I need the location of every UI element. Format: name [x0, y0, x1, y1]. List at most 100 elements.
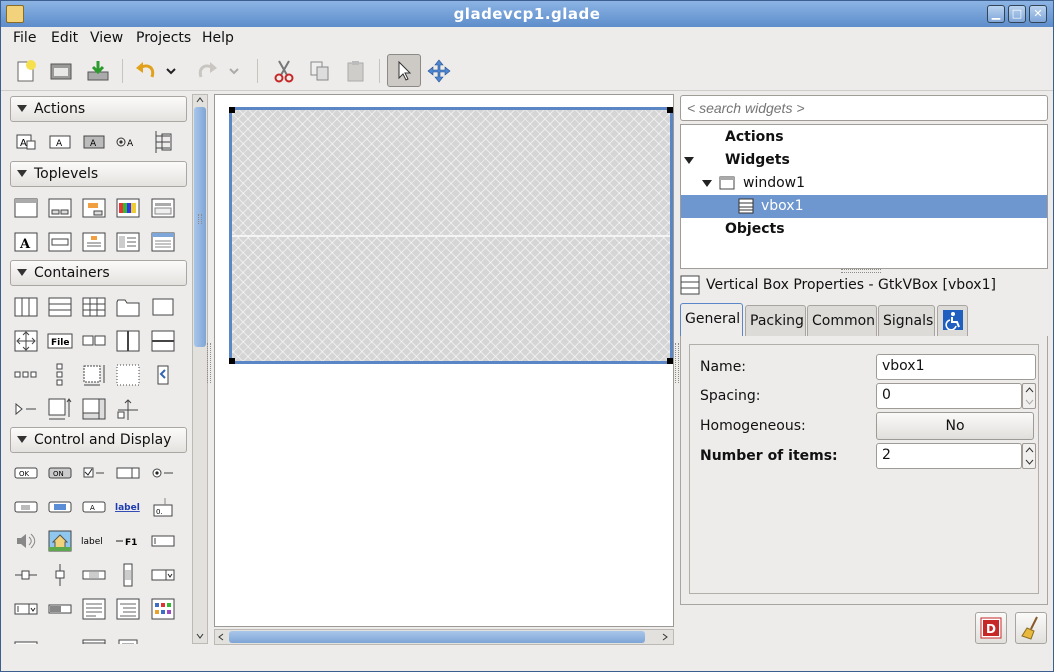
selection-handle[interactable] — [667, 358, 673, 364]
palette-group-containers[interactable]: Containers — [10, 260, 187, 286]
color-button-icon[interactable] — [46, 494, 74, 520]
file-dialog-icon[interactable] — [149, 195, 177, 221]
maximize-button[interactable]: □ — [1008, 5, 1026, 23]
design-canvas[interactable] — [214, 94, 674, 627]
entry-widget-icon[interactable] — [149, 528, 177, 554]
selection-handle[interactable] — [229, 107, 235, 113]
toolpalette-icon[interactable] — [46, 362, 74, 388]
expander-icon[interactable] — [12, 396, 40, 422]
tree-view-icon[interactable] — [114, 596, 142, 622]
new-project-button[interactable] — [10, 56, 42, 86]
menu-file[interactable]: File — [13, 30, 36, 46]
font-dialog-icon[interactable]: A — [12, 229, 40, 255]
print-dialog-icon[interactable] — [149, 229, 177, 255]
accel-label-icon[interactable]: F1 — [114, 528, 142, 554]
vscrollbar-icon[interactable] — [114, 562, 142, 588]
link-button-icon[interactable]: label — [114, 494, 142, 520]
open-project-button[interactable] — [45, 56, 77, 86]
drag-resize-button[interactable] — [423, 56, 455, 86]
menu-help[interactable]: Help — [202, 30, 234, 46]
tree-row-actions[interactable]: Actions — [681, 126, 1047, 149]
number-of-items-field[interactable]: 2 — [876, 443, 1022, 469]
layout-icon[interactable] — [46, 396, 74, 422]
hscale-icon[interactable] — [12, 562, 40, 588]
toggle-button-icon[interactable]: ON — [46, 460, 74, 486]
cut-button[interactable] — [268, 56, 300, 86]
message-dialog-icon[interactable] — [80, 195, 108, 221]
action-icon[interactable]: A — [12, 129, 40, 155]
window1-design-area[interactable] — [229, 107, 673, 364]
vbox-icon[interactable] — [46, 294, 74, 320]
image-widget-icon[interactable] — [46, 528, 74, 554]
redo-button[interactable] — [191, 56, 223, 86]
number-of-items-stepper[interactable] — [1022, 443, 1036, 469]
clear-property-button[interactable] — [1015, 612, 1047, 644]
pane-divider-left[interactable] — [207, 343, 211, 383]
undo-button[interactable] — [130, 56, 162, 86]
assistant-icon[interactable] — [114, 229, 142, 255]
palette-group-control-and-display[interactable]: Control and Display — [10, 427, 187, 453]
file-chooser-widget-icon[interactable]: File — [46, 328, 74, 354]
action-group-icon[interactable] — [149, 129, 177, 155]
statusbar-icon[interactable] — [12, 630, 40, 644]
pane-divider-right[interactable] — [675, 343, 679, 383]
menu-view[interactable]: View — [90, 30, 123, 46]
hpaned-icon[interactable] — [114, 328, 142, 354]
label-widget-icon[interactable]: label — [80, 528, 108, 554]
menu-bar-widget-icon[interactable] — [114, 630, 142, 644]
toggle-action-icon[interactable]: A — [46, 129, 74, 155]
radio-button-icon[interactable] — [149, 460, 177, 486]
hscrollbar-icon[interactable] — [80, 562, 108, 588]
window-widget-icon[interactable] — [12, 195, 40, 221]
close-button[interactable]: ✕ — [1029, 5, 1047, 23]
tree-row-window1[interactable]: window1 — [681, 172, 1047, 195]
tab-accessibility[interactable] — [937, 305, 968, 336]
paste-button[interactable] — [340, 56, 372, 86]
combo-box-entry-icon[interactable] — [12, 596, 40, 622]
scale-button-icon[interactable]: 0. — [149, 494, 177, 520]
table-icon[interactable] — [80, 294, 108, 320]
name-field[interactable]: vbox1 — [876, 354, 1036, 380]
tree-row-objects[interactable]: Objects — [681, 218, 1047, 241]
spin-button-icon[interactable] — [114, 460, 142, 486]
widget-tree[interactable]: Actions Widgets window1 vbox1 Objects — [680, 124, 1048, 269]
save-project-button[interactable] — [82, 56, 114, 86]
progress-bar-icon[interactable] — [46, 596, 74, 622]
undo-history-dropdown[interactable] — [161, 56, 181, 86]
event-box-icon[interactable] — [114, 362, 142, 388]
canvas-scroll-thumb[interactable] — [229, 631, 645, 643]
input-dialog-icon[interactable] — [46, 229, 74, 255]
expander-item-icon[interactable] — [149, 362, 177, 388]
fixed-icon[interactable] — [12, 328, 40, 354]
alignment-icon[interactable] — [80, 362, 108, 388]
button-box-icon[interactable] — [80, 328, 108, 354]
palette-group-toplevels[interactable]: Toplevels — [10, 161, 187, 187]
select-mode-button[interactable] — [387, 54, 421, 87]
radio-action-icon[interactable]: A — [80, 129, 108, 155]
viewport-icon[interactable] — [114, 396, 142, 422]
notebook-icon[interactable] — [114, 294, 142, 320]
icon-view-icon[interactable] — [149, 596, 177, 622]
minimize-button[interactable]: ▁ — [987, 5, 1005, 23]
vscale-icon[interactable] — [46, 562, 74, 588]
tab-general[interactable]: General — [680, 303, 743, 337]
menu-projects[interactable]: Projects — [136, 30, 191, 46]
scroll-left-arrow-icon[interactable] — [217, 633, 225, 641]
tree-row-widgets[interactable]: Widgets — [681, 149, 1047, 172]
copy-button[interactable] — [304, 56, 336, 86]
devhelp-button[interactable]: D — [975, 612, 1007, 644]
spacing-stepper[interactable] — [1022, 383, 1036, 409]
frame-icon[interactable] — [149, 294, 177, 320]
color-dialog-icon[interactable] — [114, 195, 142, 221]
tab-signals[interactable]: Signals — [878, 305, 935, 336]
calendar-icon[interactable] — [80, 630, 108, 644]
tab-common[interactable]: Common — [807, 305, 877, 336]
scroll-right-arrow-icon[interactable] — [661, 633, 669, 641]
toolbar-widget-icon[interactable] — [12, 362, 40, 388]
selection-handle[interactable] — [667, 107, 673, 113]
recent-action-icon[interactable]: A — [114, 129, 142, 155]
menu-edit[interactable]: Edit — [51, 30, 78, 46]
selection-handle[interactable] — [229, 358, 235, 364]
search-widgets-input[interactable] — [680, 95, 1048, 121]
spacing-field[interactable]: 0 — [876, 383, 1022, 409]
